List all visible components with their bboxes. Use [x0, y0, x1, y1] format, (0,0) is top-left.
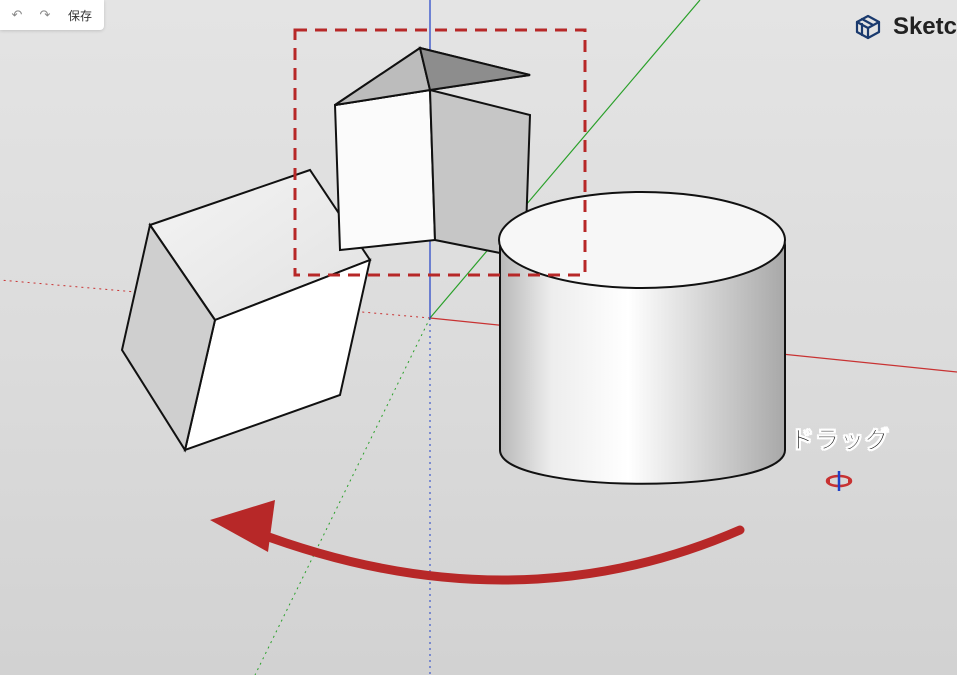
cylinder[interactable]: [499, 192, 785, 484]
cube-original[interactable]: [335, 48, 530, 258]
orbit-cursor-icon: [824, 470, 854, 497]
viewport-3d[interactable]: ↶ ↷ 保存 Sketc: [0, 0, 957, 675]
toolbar: ↶ ↷ 保存: [0, 0, 104, 30]
redo-button[interactable]: ↷: [36, 6, 54, 24]
cube-rotated[interactable]: [122, 170, 370, 450]
drag-annotation: ドラッグ: [790, 420, 890, 455]
drag-label: ドラッグ: [790, 420, 890, 455]
sketchup-logo-icon: [851, 10, 885, 44]
app-logo: Sketc: [851, 10, 957, 44]
save-button[interactable]: 保存: [64, 5, 96, 26]
undo-button[interactable]: ↶: [8, 6, 26, 24]
app-name: Sketc: [893, 13, 957, 41]
scene-3d: [0, 0, 957, 675]
